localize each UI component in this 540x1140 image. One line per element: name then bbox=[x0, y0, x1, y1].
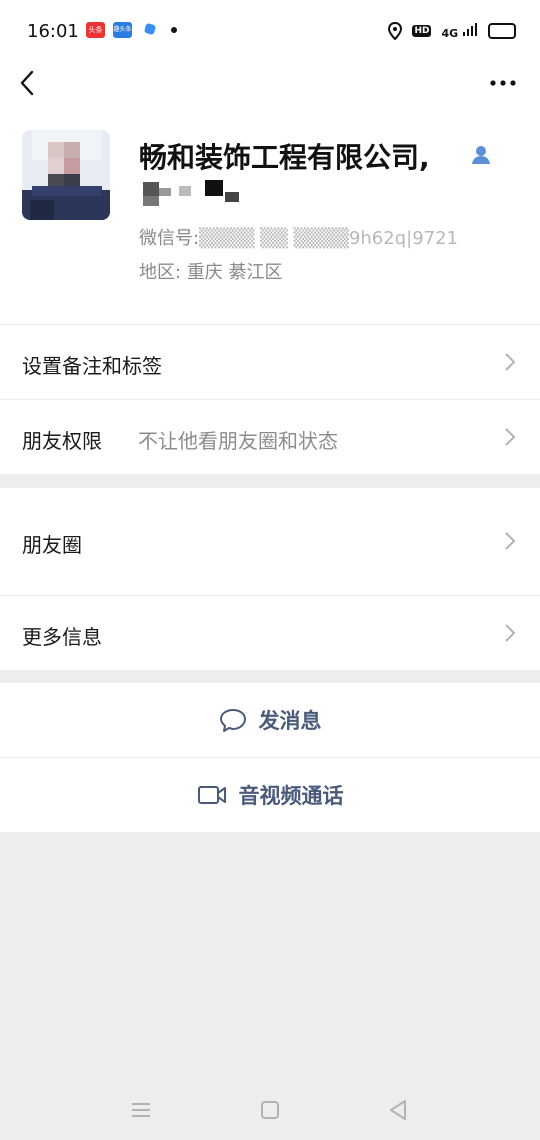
chevron-right-icon bbox=[505, 624, 516, 642]
friend-permission-row[interactable]: 朋友权限 不让他看朋友圈和状态 bbox=[0, 400, 540, 474]
avatar[interactable] bbox=[22, 130, 110, 220]
back-triangle-icon[interactable] bbox=[386, 1098, 410, 1122]
more-options-icon[interactable] bbox=[488, 68, 518, 98]
profile-name: 畅和装饰工程有限公司, bbox=[139, 141, 430, 174]
region: 地区: 重庆 綦江区 bbox=[139, 262, 283, 283]
video-call-button[interactable]: 音视频通话 bbox=[0, 758, 540, 832]
signal-icon: 4G bbox=[441, 22, 478, 40]
chevron-right-icon bbox=[505, 428, 516, 446]
more-info-label: 更多信息 bbox=[22, 625, 102, 649]
set-remark-label: 设置备注和标签 bbox=[22, 354, 162, 378]
video-call-label: 音视频通话 bbox=[238, 784, 344, 808]
more-info-row[interactable]: 更多信息 bbox=[0, 596, 540, 670]
chevron-right-icon bbox=[505, 532, 516, 550]
title-bar bbox=[0, 64, 540, 114]
video-camera-icon bbox=[197, 786, 226, 804]
contact-person-icon bbox=[472, 146, 490, 164]
moments-label: 朋友圈 bbox=[22, 533, 82, 557]
blurred-nickname bbox=[143, 180, 239, 206]
chat-bubble-icon bbox=[219, 709, 246, 732]
system-nav-bar bbox=[0, 1080, 540, 1140]
home-icon[interactable] bbox=[258, 1098, 282, 1122]
profile-card: 畅和装饰工程有限公司, 微信号:▒▒▒▒ ▒▒ ▒▒▒▒9h62q|9721 地… bbox=[0, 114, 540, 324]
friend-permission-label: 朋友权限 bbox=[22, 429, 102, 453]
send-message-label: 发消息 bbox=[258, 709, 322, 733]
hd-icon: HD bbox=[412, 25, 432, 37]
menu-icon[interactable] bbox=[129, 1098, 153, 1122]
back-arrow-icon[interactable] bbox=[14, 68, 44, 98]
blue-app-icon bbox=[140, 22, 159, 38]
wechat-id: 微信号:▒▒▒▒ ▒▒ ▒▒▒▒9h62q|9721 bbox=[139, 228, 459, 249]
friend-permission-value: 不让他看朋友圈和状态 bbox=[138, 429, 338, 453]
location-icon bbox=[388, 22, 403, 40]
notification-dot-icon bbox=[171, 27, 177, 33]
battery-icon bbox=[488, 23, 516, 39]
status-time: 16:01 bbox=[27, 21, 79, 42]
moments-row[interactable]: 朋友圈 bbox=[0, 488, 540, 595]
toutiao-app-icon: 头条 bbox=[86, 22, 105, 38]
qutoutiao-app-icon: 趣头条 bbox=[113, 22, 132, 38]
send-message-button[interactable]: 发消息 bbox=[0, 683, 540, 757]
notification-icons: 头条 趣头条 bbox=[86, 22, 177, 38]
status-bar: 16:01 头条 趣头条 HD 4G bbox=[0, 0, 540, 64]
set-remark-row[interactable]: 设置备注和标签 bbox=[0, 325, 540, 399]
status-right: HD 4G bbox=[388, 22, 516, 40]
chevron-right-icon bbox=[505, 353, 516, 371]
